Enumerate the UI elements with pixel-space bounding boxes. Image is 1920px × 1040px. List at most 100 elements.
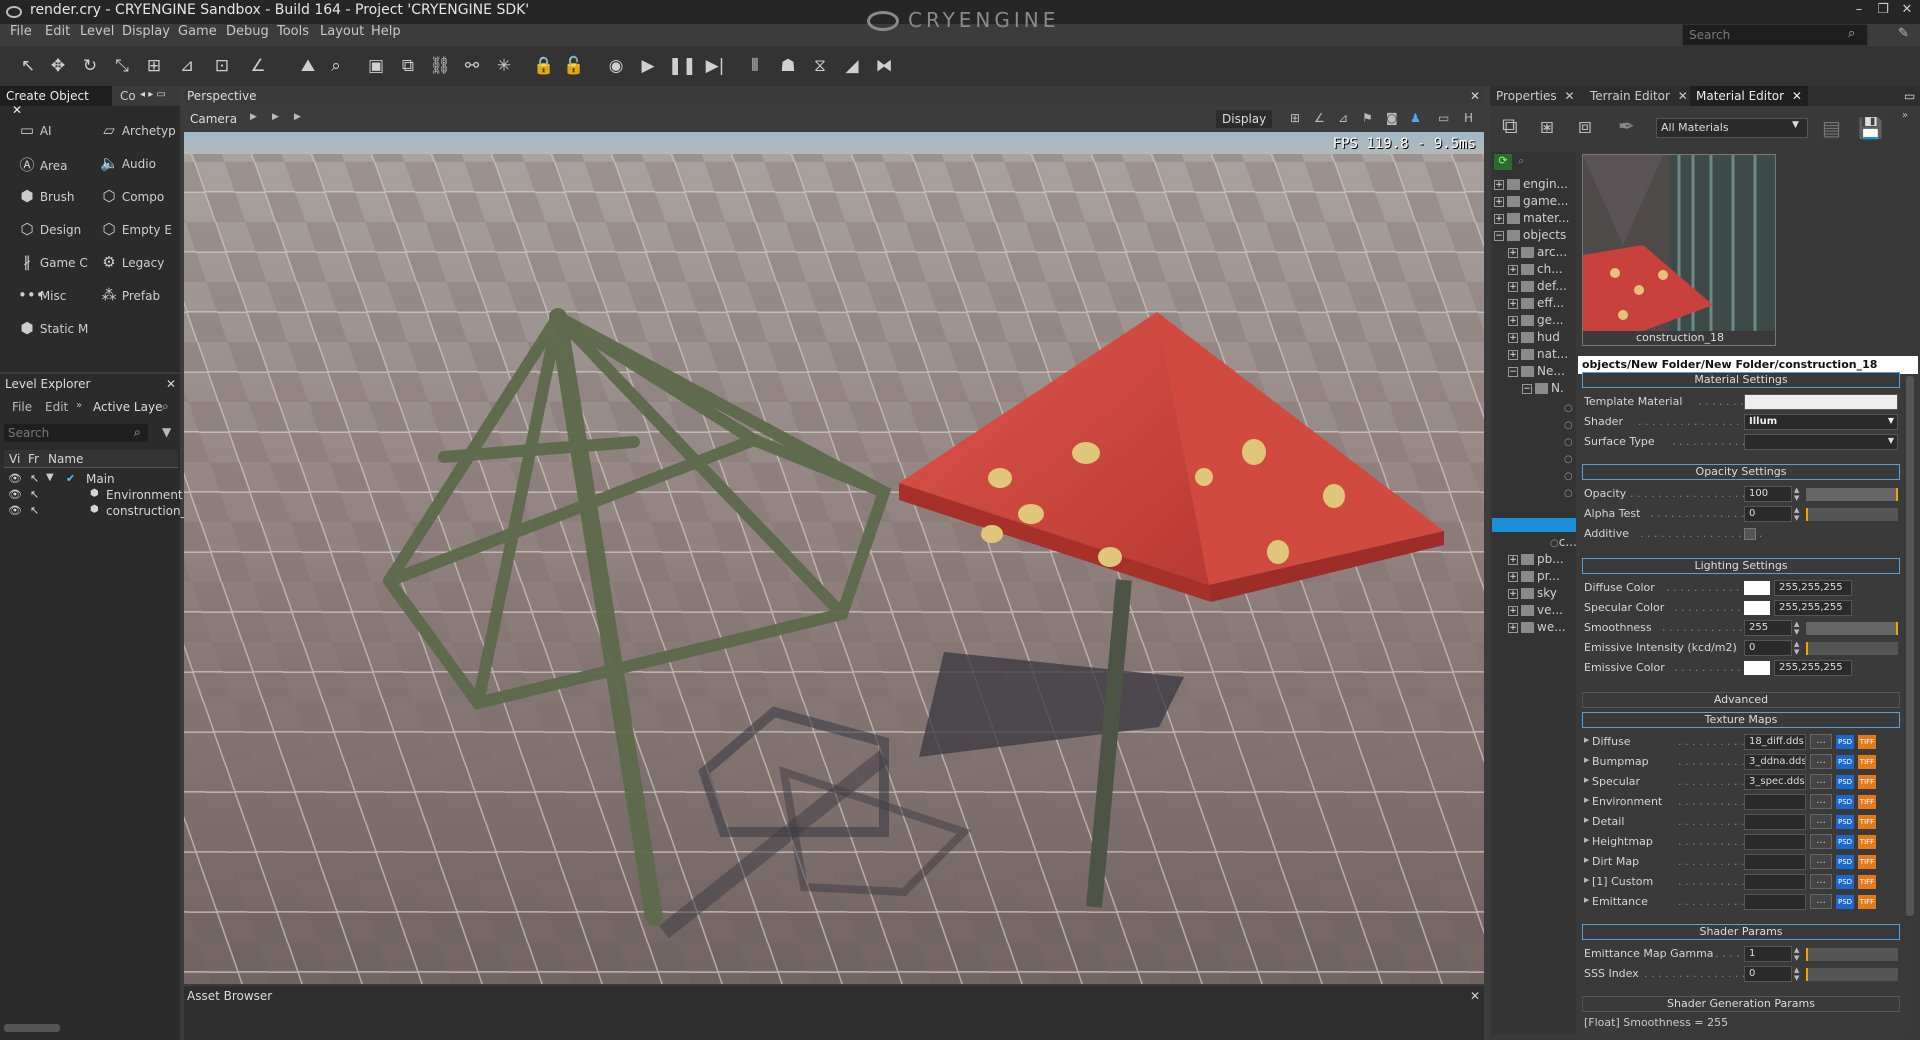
horizontal-scrollbar[interactable] — [4, 1024, 60, 1032]
emissive-color-value[interactable]: 255,255,255 — [1774, 660, 1852, 676]
layer-environment[interactable]: Environment — [106, 488, 183, 502]
tree-item[interactable]: + eff... — [1508, 296, 1564, 313]
global-search-input[interactable]: Search — [1682, 24, 1868, 46]
alpha-test-slider[interactable] — [1806, 508, 1898, 521]
material-filter-select[interactable]: All Materials — [1656, 118, 1808, 138]
create-game-component[interactable]: ∦ Game C — [18, 253, 88, 271]
spin-icon[interactable]: ▲ ▼ — [1794, 506, 1802, 522]
close-icon[interactable]: ✕ — [12, 103, 22, 117]
scale-icon[interactable]: ⤡ — [110, 54, 134, 78]
chevron-right-icon[interactable]: ▶ — [272, 112, 279, 122]
expand-icon[interactable]: + — [1508, 247, 1518, 258]
select-icon[interactable]: ↖ — [16, 54, 40, 78]
section-opacity-settings[interactable]: Opacity Settings — [1582, 464, 1900, 480]
slider-handle[interactable] — [1896, 622, 1898, 635]
section-shader-generation-params[interactable]: Shader Generation Params — [1582, 996, 1900, 1012]
tab-properties[interactable]: Properties ✕ — [1490, 86, 1581, 106]
add-material-icon[interactable]: ⧉ — [1502, 114, 1518, 139]
psd-icon[interactable]: PSD — [1836, 795, 1854, 809]
expand-icon[interactable]: + — [1508, 315, 1518, 326]
character-icon[interactable]: ☗ — [776, 54, 800, 78]
collapse-icon[interactable]: − — [1508, 366, 1518, 377]
expand-icon[interactable]: + — [1494, 179, 1504, 190]
emittance-gamma-slider[interactable] — [1806, 948, 1898, 961]
cursor-icon[interactable]: ↖ — [30, 488, 39, 501]
collapse-icon[interactable]: − — [1494, 230, 1504, 241]
psd-icon[interactable]: PSD — [1836, 835, 1854, 849]
spin-icon[interactable]: ▲ ▼ — [1794, 946, 1802, 962]
section-advanced[interactable]: Advanced — [1582, 692, 1900, 708]
browse-button[interactable]: ... — [1810, 834, 1832, 849]
maximize-viewport-icon[interactable]: ▭ — [1438, 111, 1449, 125]
expand-icon[interactable]: + — [1508, 281, 1518, 292]
group-icon[interactable]: ⧉ — [396, 54, 420, 78]
terrain-icon[interactable]: ⛰ — [296, 54, 320, 78]
tree-item[interactable]: + nat... — [1508, 347, 1568, 364]
psd-icon[interactable]: PSD — [1836, 815, 1854, 829]
psd-icon[interactable]: PSD — [1836, 775, 1854, 789]
tree-item[interactable]: + arc... — [1508, 245, 1567, 262]
helpers-icon[interactable]: ⚑ — [1362, 111, 1373, 125]
create-prefab[interactable]: ⁂ Prefab — [100, 286, 161, 304]
psd-icon[interactable]: PSD — [1836, 755, 1854, 769]
spin-icon[interactable]: ▲ ▼ — [1794, 620, 1802, 636]
expand-arrow-icon[interactable]: ▶ — [1584, 896, 1589, 904]
snap-vertex-icon[interactable]: ⊿ — [175, 54, 199, 78]
snap-grid-icon[interactable]: ⊞ — [142, 54, 166, 78]
psd-icon[interactable]: PSD — [1836, 875, 1854, 889]
pin-icon[interactable]: ✎ — [1898, 26, 1909, 41]
tiff-icon[interactable]: TIFF — [1858, 875, 1876, 889]
opacity-slider[interactable] — [1806, 488, 1898, 501]
section-shader-params[interactable]: Shader Params — [1582, 924, 1900, 940]
tree-item[interactable]: − N. — [1522, 381, 1564, 398]
unlock-icon[interactable]: 🔓 — [562, 54, 586, 78]
tree-item[interactable]: − Ne... — [1508, 364, 1565, 381]
close-icon[interactable]: ✕ — [166, 377, 176, 391]
expand-icon[interactable]: + — [1508, 298, 1518, 309]
play-icon[interactable]: ▶ — [636, 54, 660, 78]
menu-file[interactable]: File — [10, 24, 32, 39]
expand-icon[interactable]: + — [1494, 196, 1504, 207]
create-component[interactable]: ⬡ Compo — [100, 187, 164, 205]
slider-handle[interactable] — [1806, 642, 1808, 655]
slider-handle[interactable] — [1806, 508, 1808, 521]
texture-path-input[interactable]: 3_spec.dds — [1744, 774, 1806, 790]
close-icon[interactable]: ✕ — [1470, 89, 1480, 103]
slider-handle[interactable] — [1806, 948, 1808, 961]
frame-icon[interactable]: ▣ — [364, 54, 388, 78]
level-menu-file[interactable]: File — [12, 400, 32, 414]
texture-path-input[interactable]: 18_diff.dds — [1744, 734, 1806, 750]
close-icon[interactable]: ✕ — [1678, 89, 1688, 103]
cursor-icon[interactable]: ↖ — [30, 504, 39, 517]
section-material-settings[interactable]: Material Settings — [1582, 372, 1900, 388]
tiff-icon[interactable]: TIFF — [1858, 835, 1876, 849]
tree-item[interactable]: ○c... — [1550, 535, 1577, 552]
texture-path-input[interactable]: 3_ddna.dds — [1744, 754, 1806, 770]
display-button[interactable]: Display — [1216, 110, 1273, 128]
texture-path-input[interactable] — [1744, 814, 1806, 830]
tree-item[interactable]: + ve... — [1508, 603, 1563, 620]
expand-arrow-icon[interactable]: ▶ — [1584, 756, 1589, 764]
column-name[interactable]: Name — [48, 452, 83, 466]
close-icon[interactable]: ✕ — [1470, 989, 1480, 1003]
tree-selected-row[interactable] — [1492, 518, 1576, 532]
expand-icon[interactable]: + — [1508, 571, 1518, 582]
expand-arrow-icon[interactable]: ▶ — [1584, 736, 1589, 744]
emissive-intensity-slider[interactable] — [1806, 642, 1898, 655]
expand-icon[interactable]: + — [1508, 554, 1518, 565]
expand-arrow-icon[interactable]: ▶ — [1584, 816, 1589, 824]
more-icon[interactable]: » — [76, 400, 82, 411]
search-icon[interactable]: ⌕ — [1518, 154, 1524, 168]
browse-button[interactable]: ... — [1810, 814, 1832, 829]
active-layer-label[interactable]: Active Laye — [93, 400, 162, 414]
expand-icon[interactable]: + — [1494, 213, 1504, 224]
menu-tools[interactable]: Tools — [277, 24, 309, 39]
chevron-right-icon[interactable]: ▶ — [250, 112, 257, 122]
close-icon[interactable]: ✕ — [1792, 89, 1802, 103]
texture-path-input[interactable] — [1744, 894, 1806, 910]
emittance-gamma-input[interactable]: 1 — [1744, 946, 1792, 962]
alpha-test-input[interactable]: 0 — [1744, 506, 1792, 522]
duplicate-material-icon[interactable]: ⧈ — [1578, 114, 1592, 139]
texture-path-input[interactable] — [1744, 854, 1806, 870]
create-designer[interactable]: ⬡ Design — [18, 220, 81, 238]
